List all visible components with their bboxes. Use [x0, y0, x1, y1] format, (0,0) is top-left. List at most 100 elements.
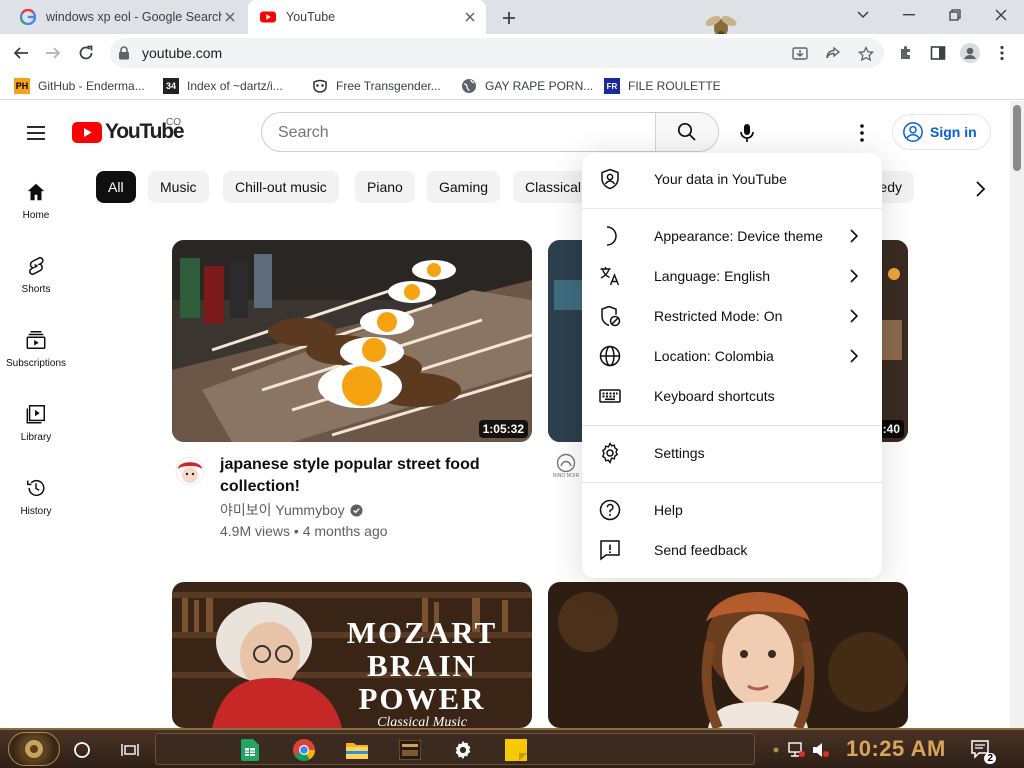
- sidenav-shorts[interactable]: Shorts: [0, 255, 72, 329]
- menu-item-settings[interactable]: Settings: [582, 433, 882, 473]
- menu-item-appearance[interactable]: Appearance: Device theme: [582, 216, 882, 256]
- bookmark-gay[interactable]: GAY RAPE PORN...: [461, 77, 593, 95]
- chevron-right-icon[interactable]: [968, 177, 992, 201]
- page-scrollbar[interactable]: [1010, 101, 1024, 728]
- bookmark-index[interactable]: 34 Index of ~dartz/i...: [163, 77, 283, 95]
- search-input[interactable]: Search: [278, 124, 329, 142]
- sticky-notes-icon[interactable]: [502, 736, 530, 764]
- chrome-app-icon[interactable]: [290, 736, 318, 764]
- bookmark-free-transgender[interactable]: Free Transgender...: [312, 77, 441, 95]
- taskbar-clock[interactable]: 10:25 AM: [846, 736, 946, 762]
- menu-item-help[interactable]: Help: [582, 490, 882, 530]
- menu-item-keyboard-shortcuts[interactable]: Keyboard shortcuts: [582, 376, 882, 416]
- show-desktop-icon[interactable]: [768, 736, 784, 764]
- start-button[interactable]: [8, 732, 60, 766]
- task-view-icon[interactable]: [116, 736, 144, 764]
- video-meta: 4.9M views • 4 months ago: [220, 523, 388, 539]
- new-tab-button[interactable]: [498, 7, 520, 29]
- chevron-right-icon: [850, 229, 859, 243]
- back-button[interactable]: [8, 40, 34, 66]
- forward-button[interactable]: [40, 40, 66, 66]
- network-icon[interactable]: [786, 736, 808, 764]
- mozart-text-3: POWER: [358, 681, 486, 716]
- bookmark-label: Index of ~dartz/i...: [187, 79, 283, 93]
- menu-item-your-data[interactable]: Your data in YouTube: [582, 159, 882, 199]
- chip-chill-out-music[interactable]: Chill-out music: [223, 171, 339, 203]
- bookmark-star-icon[interactable]: [856, 44, 876, 64]
- chevron-right-icon: [850, 269, 859, 283]
- menu-item-restricted-mode[interactable]: Restricted Mode: On: [582, 296, 882, 336]
- minimize-button[interactable]: [886, 4, 932, 26]
- bookmark-file-roulette[interactable]: FR FILE ROULETTE: [604, 77, 721, 95]
- volume-muted-icon[interactable]: [810, 736, 832, 764]
- menu-item-send-feedback[interactable]: Send feedback: [582, 530, 882, 570]
- tab-search-button[interactable]: [840, 4, 886, 26]
- lock-icon: [119, 46, 129, 60]
- bookmark-github[interactable]: PH GitHub - Enderma...: [14, 77, 145, 95]
- restore-button[interactable]: [932, 4, 978, 26]
- action-center-icon[interactable]: 2: [968, 736, 996, 764]
- extensions-icon[interactable]: [895, 42, 917, 64]
- keyboard-icon: [599, 389, 621, 403]
- menu-label: Language: English: [654, 268, 770, 284]
- video-thumbnail-mozart[interactable]: MOZART BRAIN POWER Classical Music: [172, 582, 532, 728]
- reload-button[interactable]: [73, 40, 99, 66]
- sidenav-home[interactable]: Home: [0, 181, 72, 255]
- bookmark-label: GitHub - Enderma...: [38, 79, 145, 93]
- sidenav-history[interactable]: History: [0, 477, 72, 551]
- globe-icon: [599, 345, 621, 367]
- cortana-search-icon[interactable]: [68, 736, 96, 764]
- video-title[interactable]: japanese style popular street food colle…: [220, 454, 520, 498]
- sidenav-library[interactable]: Library: [0, 403, 72, 477]
- hamburger-menu-icon[interactable]: [24, 121, 48, 145]
- youtube-logo[interactable]: YouTube CO: [72, 117, 185, 144]
- tab-google-search[interactable]: windows xp eol - Google Search: [8, 0, 246, 34]
- duration-badge: 1:05:32: [478, 420, 528, 438]
- side-panel-icon[interactable]: [927, 42, 949, 64]
- bookmark-label: GAY RAPE PORN...: [485, 79, 594, 93]
- market-app-icon[interactable]: [396, 736, 424, 764]
- menu-label: Settings: [654, 445, 705, 461]
- voice-search-icon[interactable]: [735, 121, 759, 145]
- fr-badge-icon: FR: [604, 78, 620, 94]
- chip-classical[interactable]: Classical: [513, 171, 593, 203]
- video-channel[interactable]: 야미보이 Yummyboy: [220, 500, 363, 520]
- address-bar[interactable]: youtube.com: [110, 38, 884, 68]
- help-icon: [599, 499, 621, 521]
- close-window-button[interactable]: [978, 4, 1024, 26]
- nino-noir-logo-icon: [556, 453, 576, 473]
- chip-music[interactable]: Music: [148, 171, 209, 203]
- settings-gear-icon[interactable]: [449, 736, 477, 764]
- chrome-menu-icon[interactable]: [991, 42, 1013, 64]
- mozart-text-2: BRAIN: [367, 648, 477, 683]
- menu-item-language[interactable]: Language: English: [582, 256, 882, 296]
- file-explorer-icon[interactable]: [343, 736, 371, 764]
- sign-in-button[interactable]: Sign in: [892, 114, 991, 150]
- channel-avatar-nino-noir[interactable]: NINO NOIR: [552, 453, 580, 483]
- menu-label: Keyboard shortcuts: [654, 388, 775, 404]
- close-tab-icon[interactable]: [222, 9, 238, 25]
- chip-gaming[interactable]: Gaming: [427, 171, 501, 203]
- chip-all[interactable]: All: [96, 171, 136, 203]
- channel-avatar-yummyboy[interactable]: [175, 453, 205, 489]
- sheets-app-icon[interactable]: [236, 736, 264, 764]
- video-thumbnail-street-food[interactable]: 1:05:32: [172, 240, 532, 442]
- sidenav-label: History: [20, 506, 52, 517]
- share-icon[interactable]: [823, 44, 843, 64]
- library-icon: [26, 405, 45, 424]
- profile-icon[interactable]: [959, 42, 981, 64]
- settings-kebab-icon[interactable]: [850, 121, 874, 145]
- scrollbar-thumb[interactable]: [1013, 105, 1021, 171]
- close-tab-icon[interactable]: [462, 9, 478, 25]
- menu-item-location[interactable]: Location: Colombia: [582, 336, 882, 376]
- video-thumbnail-woman-portrait[interactable]: [548, 582, 908, 728]
- menu-divider: [582, 208, 882, 209]
- search-box[interactable]: Search: [261, 112, 719, 152]
- search-button[interactable]: [655, 113, 718, 151]
- browser-toolbar: youtube.com: [0, 34, 1024, 72]
- tab-youtube[interactable]: YouTube: [248, 0, 486, 34]
- install-app-icon[interactable]: [790, 44, 810, 64]
- sidenav-subscriptions[interactable]: Subscriptions: [0, 329, 72, 403]
- chip-piano[interactable]: Piano: [355, 171, 415, 203]
- country-code: CO: [166, 117, 181, 128]
